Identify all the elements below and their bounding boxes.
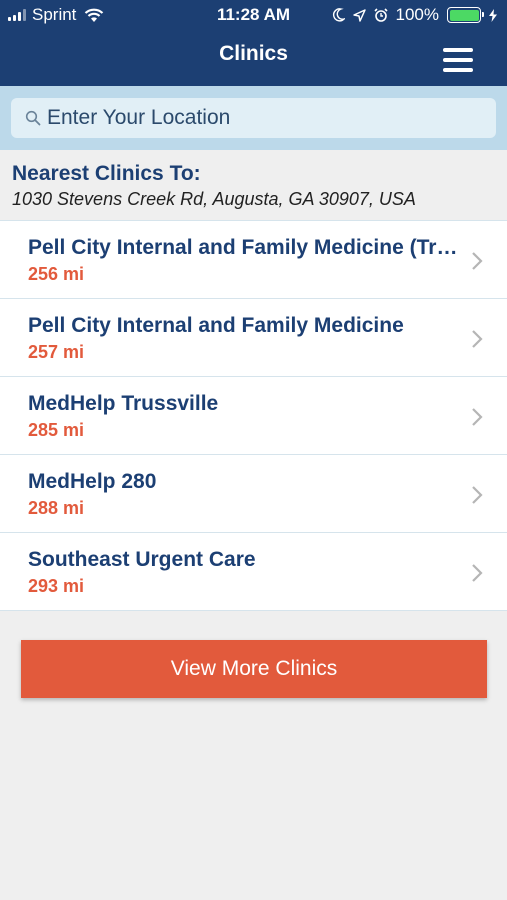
- clinic-list: Pell City Internal and Family Medicine (…: [0, 221, 507, 611]
- search-box[interactable]: [11, 98, 496, 138]
- clinic-name: MedHelp Trussville: [28, 392, 219, 415]
- location-arrow-icon: [352, 8, 366, 22]
- chevron-right-icon: [472, 564, 483, 582]
- page-title: Clinics: [219, 42, 288, 65]
- clinic-name: Southeast Urgent Care: [28, 548, 256, 571]
- clinic-distance: 257 mi: [28, 342, 85, 362]
- list-item[interactable]: Pell City Internal and Family Medicine (…: [0, 221, 507, 299]
- list-item[interactable]: Southeast Urgent Care 293 mi: [0, 533, 507, 611]
- moon-icon: [332, 8, 345, 22]
- nearest-clinics-header: Nearest Clinics To: 1030 Stevens Creek R…: [0, 150, 507, 221]
- list-item[interactable]: Pell City Internal and Family Medicine 2…: [0, 299, 507, 377]
- clinic-name: Pell City Internal and Family Medicine: [28, 314, 404, 337]
- clinic-distance: 285 mi: [28, 420, 85, 440]
- battery-percent: 100%: [395, 5, 439, 24]
- hamburger-menu-icon[interactable]: [443, 48, 473, 72]
- search-bar: [0, 86, 507, 150]
- battery-icon: [447, 7, 484, 23]
- chevron-right-icon: [472, 408, 483, 426]
- chevron-right-icon: [472, 252, 483, 270]
- status-bar: Sprint 11:28 AM 100%: [0, 0, 507, 30]
- list-item[interactable]: MedHelp 280 288 mi: [0, 455, 507, 533]
- clinic-distance: 293 mi: [28, 576, 85, 596]
- chevron-right-icon: [472, 486, 483, 504]
- list-item[interactable]: MedHelp Trussville 285 mi: [0, 377, 507, 455]
- clinic-name: Pell City Internal and Family Medicine (…: [28, 236, 458, 259]
- location-search-input[interactable]: [47, 106, 487, 130]
- current-address: 1030 Stevens Creek Rd, Augusta, GA 30907…: [12, 189, 416, 209]
- view-more-clinics-button[interactable]: View More Clinics: [21, 640, 487, 698]
- search-icon: [25, 110, 41, 126]
- alarm-icon: [373, 8, 388, 22]
- chevron-right-icon: [472, 330, 483, 348]
- clinic-distance: 288 mi: [28, 498, 85, 518]
- app-header: Sprint 11:28 AM 100% Clinics: [0, 0, 507, 86]
- charging-bolt-icon: [489, 8, 497, 22]
- clinic-name: MedHelp 280: [28, 470, 157, 493]
- clinic-distance: 256 mi: [28, 264, 85, 284]
- nearest-label: Nearest Clinics To:: [12, 162, 201, 185]
